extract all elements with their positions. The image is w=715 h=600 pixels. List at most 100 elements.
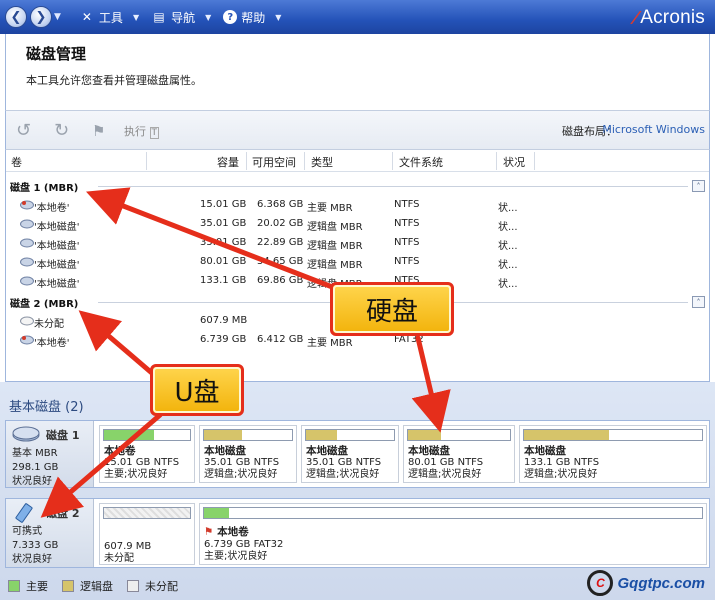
execute-button[interactable]: 执行 T	[124, 123, 159, 139]
partition-size: 15.01 GB NTFS	[104, 457, 180, 468]
back-button[interactable]: ❮	[5, 6, 27, 28]
redo-icon[interactable]: ↻	[54, 120, 69, 141]
callout-usb-text: U盘	[153, 367, 241, 413]
column-header: 卷 容量 可用空间 类型 文件系统 状况	[6, 150, 709, 172]
menu-tools-label: 工具	[98, 10, 123, 25]
disk-2-size: 7.333 GB	[12, 540, 59, 551]
partition-block[interactable]: 本地磁盘 133.1 GB NTFS 逻辑盘;状况良好	[519, 425, 707, 483]
usage-fill	[204, 430, 242, 440]
cell-status: 状...	[498, 222, 518, 233]
partition-size: 607.9 MB	[104, 541, 152, 552]
table-row[interactable]: '本地磁盘' 35.01 GB 22.89 GB 逻辑盘 MBR NTFS 状.…	[6, 234, 709, 253]
partition-size: 35.01 GB NTFS	[306, 457, 382, 468]
legend-primary-label: 主要	[26, 580, 48, 593]
partition-block[interactable]: 本地卷 15.01 GB NTFS 主要;状况良好	[99, 425, 195, 483]
disk-2-name: 磁盘 2	[46, 507, 80, 520]
legend-primary: 主要	[8, 578, 48, 594]
cell-volume: '本地磁盘'	[34, 279, 80, 290]
disk-1-size: 298.1 GB	[12, 462, 59, 473]
partition-status: 逻辑盘;状况良好	[408, 469, 482, 480]
col-capacity[interactable]: 容量	[217, 154, 239, 170]
disk-2-info: 磁盘 2 可携式 7.333 GB 状况良好	[6, 499, 94, 567]
collapse-icon[interactable]: ˄	[692, 180, 705, 192]
partition-block[interactable]: ⚑ 本地卷 6.739 GB FAT32 主要;状况良好	[199, 503, 707, 565]
disk-1-row[interactable]: 磁盘 1 基本 MBR 298.1 GB 状况良好 本地卷 15.01 GB N…	[5, 420, 710, 488]
legend-logical: 逻辑盘	[62, 578, 113, 594]
watermark-logo-icon: C	[587, 570, 614, 596]
volume-icon	[20, 257, 34, 267]
disk-2-row[interactable]: 磁盘 2 可携式 7.333 GB 状况良好 607.9 MB 未分配 ⚑ 本地…	[5, 498, 710, 568]
cell-filesystem: NTFS	[394, 256, 420, 267]
partition-status: 逻辑盘;状况良好	[306, 469, 380, 480]
callout-usb: U盘	[150, 364, 244, 416]
partition-title: 本地卷	[217, 526, 249, 538]
partition-size: 35.01 GB NTFS	[204, 457, 280, 468]
legend-logical-label: 逻辑盘	[80, 580, 113, 593]
cell-filesystem: NTFS	[394, 218, 420, 229]
navigate-icon: ▤	[153, 10, 165, 24]
acronis-logo: ⁄ Acronis	[634, 7, 705, 29]
table-row[interactable]: '本地磁盘' 35.01 GB 20.02 GB 逻辑盘 MBR NTFS 状.…	[6, 215, 709, 234]
cell-type: 主要 MBR	[307, 203, 353, 214]
usage-fill	[204, 508, 229, 518]
group-divider	[98, 186, 688, 187]
cell-free: 6.412 GB	[257, 334, 304, 345]
cell-filesystem: NTFS	[394, 199, 420, 210]
usb-drive-icon	[15, 503, 33, 523]
collapse-icon[interactable]: ˄	[692, 296, 705, 308]
history-dropdown-icon[interactable]: ▼	[54, 12, 61, 22]
cell-status: 状...	[498, 203, 518, 214]
cell-type: 主要 MBR	[307, 338, 353, 349]
flag-icon: ⚑	[204, 526, 214, 538]
menu-navigate[interactable]: ▤ 导航 ▼	[151, 9, 211, 26]
cell-capacity: 133.1 GB	[200, 275, 247, 286]
partition-size: 6.739 GB FAT32	[204, 539, 284, 550]
usage-fill	[408, 430, 441, 440]
unallocated-block[interactable]: 607.9 MB 未分配	[99, 503, 195, 565]
cell-volume: '本地卷'	[34, 203, 70, 214]
disk-1-name: 磁盘 1	[46, 429, 80, 442]
acronis-mark-icon: ⁄	[634, 7, 638, 28]
menu-help[interactable]: ? 帮助 ▼	[223, 9, 281, 26]
cell-free: 22.89 GB	[257, 237, 304, 248]
table-row[interactable]: '本地卷' 15.01 GB 6.368 GB 主要 MBR NTFS 状...	[6, 196, 709, 215]
volume-icon	[20, 200, 34, 210]
page-header: 磁盘管理 本工具允许您查看并管理磁盘属性。	[5, 34, 710, 110]
checkered-flag-icon[interactable]: ⚑	[92, 122, 105, 140]
cell-volume: '本地卷'	[34, 338, 70, 349]
partition-block[interactable]: 本地磁盘 80.01 GB NTFS 逻辑盘;状况良好	[403, 425, 515, 483]
table-row[interactable]: '本地磁盘' 80.01 GB 54.65 GB 逻辑盘 MBR NTFS 状.…	[6, 253, 709, 272]
partition-status: 主要;状况良好	[204, 551, 268, 562]
col-volume[interactable]: 卷	[11, 154, 22, 170]
undo-icon[interactable]: ↺	[16, 120, 31, 141]
cell-capacity: 15.01 GB	[200, 199, 247, 210]
hard-disk-icon	[12, 426, 40, 442]
forward-button[interactable]: ❯	[30, 6, 52, 28]
unallocated-icon	[20, 316, 34, 326]
col-type[interactable]: 类型	[311, 154, 333, 170]
col-free[interactable]: 可用空间	[252, 154, 296, 170]
partition-status: 逻辑盘;状况良好	[204, 469, 278, 480]
disk-2-status: 状况良好	[12, 554, 52, 565]
cell-free: 54.65 GB	[257, 256, 304, 267]
partition-status: 逻辑盘;状况良好	[524, 469, 598, 480]
partition-block[interactable]: 本地磁盘 35.01 GB NTFS 逻辑盘;状况良好	[301, 425, 399, 483]
disk-1-info: 磁盘 1 基本 MBR 298.1 GB 状况良好	[6, 421, 94, 487]
menu-tools[interactable]: ✕ 工具 ▼	[79, 9, 139, 26]
disk-group-label: 磁盘 2 (MBR)	[10, 299, 79, 310]
disk-layout-link[interactable]: Microsoft Windows	[602, 123, 705, 136]
shortcut-key: T	[149, 127, 159, 139]
cell-type: 逻辑盘 MBR	[307, 241, 363, 252]
cell-capacity: 80.01 GB	[200, 256, 247, 267]
usage-fill	[104, 430, 154, 440]
partition-size: 80.01 GB NTFS	[408, 457, 484, 468]
col-status[interactable]: 状况	[503, 154, 525, 170]
partition-status: 主要;状况良好	[104, 469, 168, 480]
page-subtitle: 本工具允许您查看并管理磁盘属性。	[26, 74, 202, 87]
partition-title: 本地卷	[104, 445, 136, 457]
execute-label: 执行	[124, 125, 146, 138]
col-filesystem[interactable]: 文件系统	[399, 154, 443, 170]
menu-help-label: 帮助	[241, 10, 266, 25]
partition-block[interactable]: 本地磁盘 35.01 GB NTFS 逻辑盘;状况良好	[199, 425, 297, 483]
menu-navigate-label: 导航	[171, 10, 196, 25]
